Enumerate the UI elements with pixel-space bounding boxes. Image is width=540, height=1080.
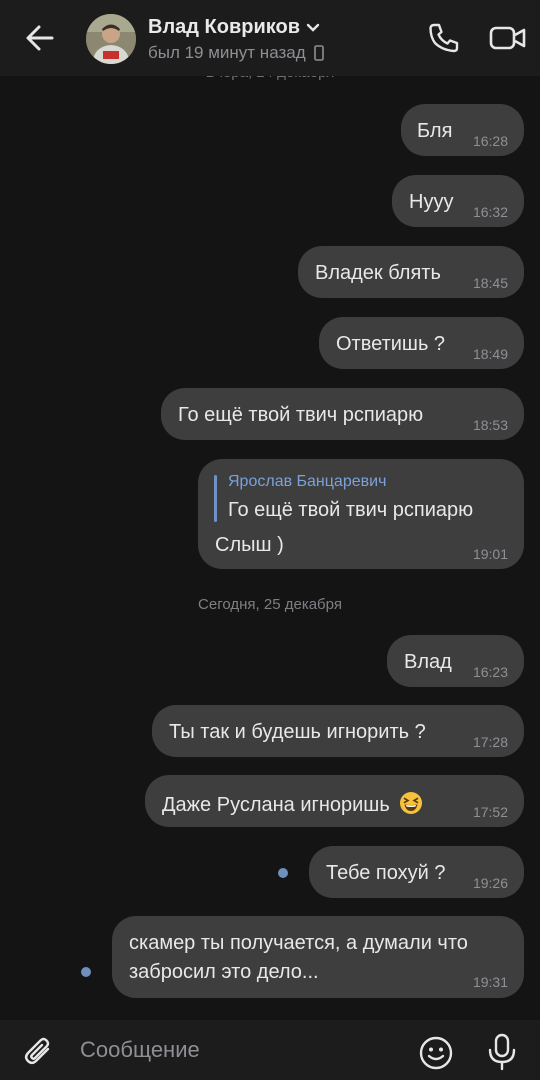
message-input[interactable]	[80, 1034, 400, 1066]
date-separator-today: Сегодня, 25 декабря	[198, 596, 342, 613]
message-text: Бля	[417, 120, 453, 142]
message-time: 19:26	[472, 875, 508, 891]
message-bubble[interactable]: скамер ты получается, а думали что забро…	[112, 916, 524, 998]
message-text: Нууу	[409, 191, 454, 213]
message-time: 17:28	[472, 734, 508, 750]
message-time: 18:53	[472, 417, 508, 433]
message-bubble[interactable]: Нууу 16:32	[392, 175, 524, 227]
message-text-line-1: скамер ты получается, а думали что	[129, 932, 468, 954]
message-bubble[interactable]: Тебе похуй ? 19:26	[309, 846, 524, 898]
reply-message-bubble[interactable]: Ярослав Банцаревич Го ещё твой твич рспи…	[198, 459, 524, 569]
message-text: Ответишь ?	[336, 333, 446, 355]
message-text-line-2: забросил это дело...	[129, 961, 319, 983]
reply-quote-bar	[214, 475, 217, 522]
message-bubble[interactable]: Ты так и будешь игнорить ? 17:28	[152, 705, 524, 757]
grinning-squinting-face-emoji-icon	[400, 792, 423, 814]
message-bubble[interactable]: Го ещё твой твич рспиарю 18:53	[161, 388, 524, 440]
message-time: 18:45	[472, 275, 508, 291]
message-bubble[interactable]: Бля 16:28	[401, 104, 524, 156]
message-time: 18:49	[472, 346, 508, 362]
message-time: 19:01	[472, 546, 508, 562]
mobile-phone-icon	[313, 45, 324, 61]
contact-name[interactable]: Влад Ковриков	[148, 16, 324, 39]
message-text: Го ещё твой твич рспиарю	[178, 404, 424, 426]
unread-indicator-dot	[81, 967, 91, 977]
emoji-smile-icon[interactable]	[418, 1035, 454, 1071]
message-time: 16:32	[472, 204, 508, 220]
message-composer	[0, 1020, 540, 1080]
chevron-down-icon[interactable]	[306, 23, 320, 33]
message-text: Влад	[404, 651, 452, 673]
message-text: Тебе похуй ?	[326, 862, 446, 884]
contact-status: был 19 минут назад	[148, 43, 324, 63]
message-text: Даже Руслана игноришь	[162, 794, 390, 816]
message-bubble[interactable]: Ответишь ? 18:49	[319, 317, 524, 369]
message-time: 19:31	[472, 974, 508, 990]
message-time: 16:23	[472, 664, 508, 680]
avatar-photo	[86, 14, 136, 64]
unread-indicator-dot	[278, 868, 288, 878]
reply-quoted-text: Го ещё твой твич рспиарю	[228, 499, 474, 521]
message-bubble[interactable]: Влад 16:23	[387, 635, 524, 687]
message-bubble[interactable]: Владек блять 18:45	[298, 246, 524, 298]
avatar[interactable]	[86, 14, 136, 64]
microphone-icon[interactable]	[484, 1032, 520, 1072]
message-time: 17:52	[472, 804, 508, 820]
phone-call-icon[interactable]	[426, 20, 462, 56]
last-seen-text: был 19 минут назад	[148, 43, 306, 62]
contact-name-text: Влад Ковриков	[148, 16, 301, 38]
message-bubble[interactable]: Даже Руслана игноришь 17:52	[145, 775, 524, 827]
video-call-icon[interactable]	[488, 20, 528, 56]
message-time: 16:28	[472, 133, 508, 149]
message-text: Слыш )	[215, 534, 284, 556]
back-arrow-icon[interactable]	[22, 20, 58, 56]
reply-author: Ярослав Банцаревич	[228, 473, 387, 490]
message-text-with-emoji: Даже Руслана игноришь	[162, 791, 423, 817]
message-text: Ты так и будешь игнорить ?	[169, 721, 426, 743]
message-text: Владек блять	[315, 262, 441, 284]
chat-header: Влад Ковриков был 19 минут назад	[0, 0, 540, 76]
paperclip-icon[interactable]	[22, 1034, 56, 1068]
